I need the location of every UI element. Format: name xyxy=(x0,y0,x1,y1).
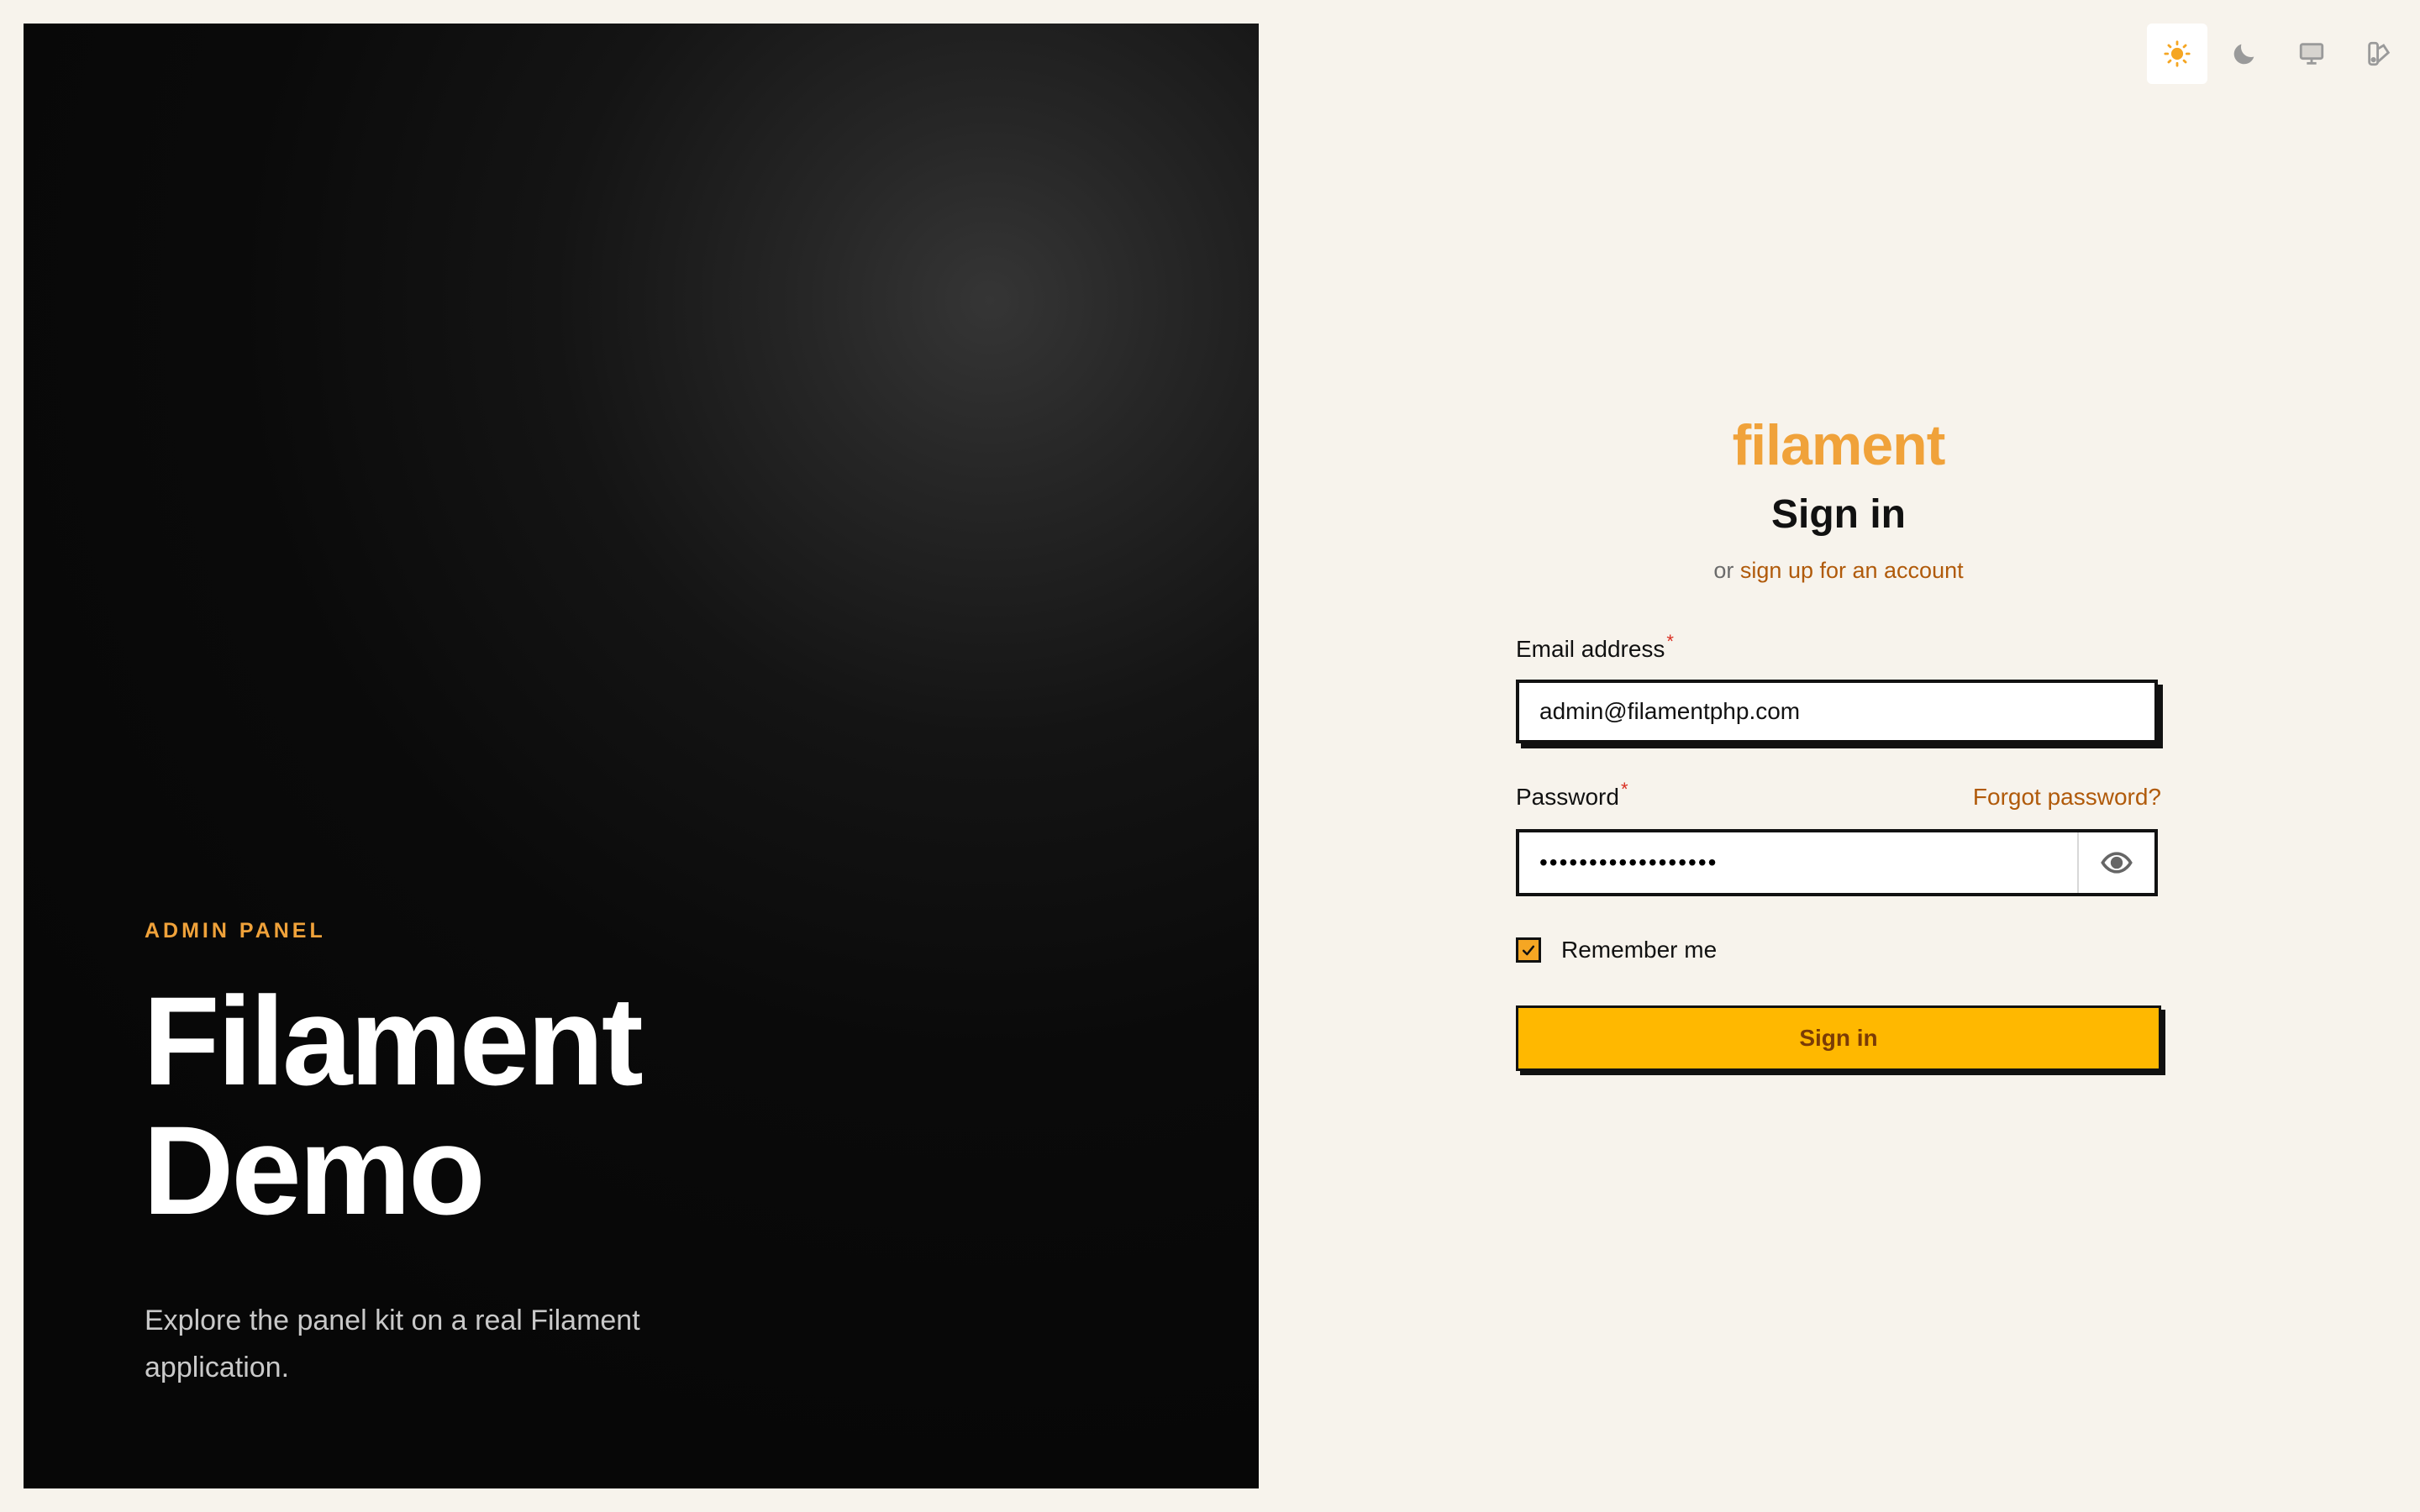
theme-dark-button[interactable] xyxy=(2214,24,2275,84)
filament-logo: filament xyxy=(1732,413,1946,477)
email-label: Email address* xyxy=(1516,631,2161,663)
moon-icon xyxy=(2233,44,2254,65)
sign-in-form: filament Sign in or sign up for an accou… xyxy=(1516,412,2161,1071)
password-required-marker: * xyxy=(1620,779,1628,800)
password-label-text: Password xyxy=(1516,784,1619,810)
password-label-row: Password* Forgot password? xyxy=(1516,779,2161,811)
email-label-text: Email address xyxy=(1516,636,1665,662)
sign-in-button[interactable]: Sign in xyxy=(1516,1005,2161,1071)
email-field[interactable] xyxy=(1519,683,2154,740)
hero-panel: ADMIN PANEL Filament Demo Explore the pa… xyxy=(24,24,1259,1488)
hero-title-line-1: Filament xyxy=(143,970,644,1111)
check-icon xyxy=(1522,945,1535,956)
forgot-password-link[interactable]: Forgot password? xyxy=(1973,784,2161,811)
theme-switcher xyxy=(2147,24,2409,84)
hero-title-line-2: Demo xyxy=(143,1100,486,1241)
theme-light-button[interactable] xyxy=(2147,24,2207,84)
password-label: Password* xyxy=(1516,779,1628,811)
hero-subtitle: Explore the panel kit on a real Filament… xyxy=(145,1305,640,1383)
page-title: Sign in xyxy=(1771,492,1906,537)
hero-title: Filament Demo xyxy=(143,970,644,1241)
remember-me-label: Remember me xyxy=(1561,937,1718,963)
hero-eyebrow: ADMIN PANEL xyxy=(145,919,326,942)
signup-prompt: or sign up for an account xyxy=(1516,558,2161,584)
email-field-wrapper xyxy=(1516,680,2158,743)
password-field[interactable] xyxy=(1519,832,2077,893)
remember-me-checkbox[interactable] xyxy=(1516,937,1541,963)
swatch-icon xyxy=(2368,41,2391,66)
password-field-wrapper xyxy=(1516,829,2158,896)
signup-prefix: or xyxy=(1713,558,1734,583)
signup-link[interactable]: sign up for an account xyxy=(1740,558,1964,583)
show-password-button[interactable] xyxy=(2077,832,2154,893)
theme-palette-button[interactable] xyxy=(2349,24,2409,84)
email-required-marker: * xyxy=(1666,631,1674,652)
monitor-icon xyxy=(2299,43,2324,65)
sun-icon xyxy=(2164,40,2191,67)
remember-me-row: Remember me xyxy=(1516,937,2161,963)
theme-system-button[interactable] xyxy=(2281,24,2342,84)
eye-icon xyxy=(2101,852,2133,874)
